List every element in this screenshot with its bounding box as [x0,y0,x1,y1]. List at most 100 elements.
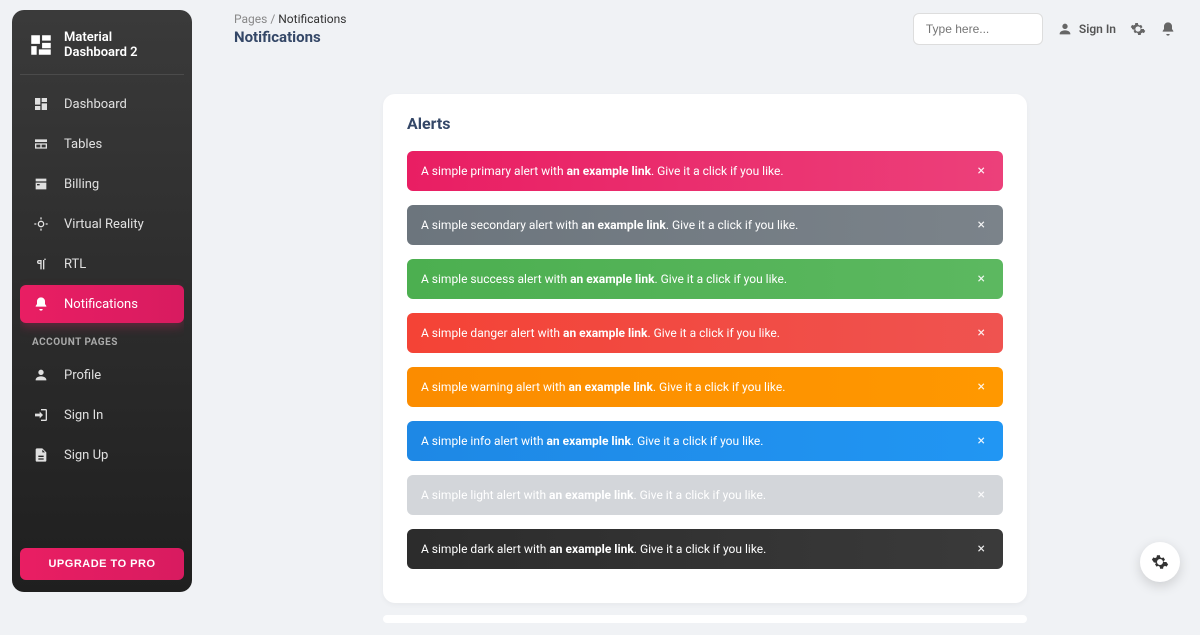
alert-text: A simple warning alert with an example l… [421,380,974,394]
sidebar-item-tables[interactable]: Tables [20,125,184,163]
sidebar-item-billing[interactable]: Billing [20,165,184,203]
dashboard-icon [32,95,50,113]
close-icon[interactable]: × [974,433,989,449]
alert-link[interactable]: an example link [581,218,665,232]
signup-icon [32,446,50,464]
close-icon[interactable]: × [974,487,989,503]
sidebar-item-label: Profile [64,368,101,383]
close-icon[interactable]: × [974,541,989,557]
sidebar-item-signin[interactable]: Sign In [20,396,184,434]
sidebar-item-rtl[interactable]: RTL [20,245,184,283]
alert-pre: A simple dark alert with [421,542,549,556]
alert-text: A simple dark alert with an example link… [421,542,974,556]
alerts-card: Alerts A simple primary alert with an ex… [383,94,1027,603]
sidebar-item-label: Dashboard [64,97,127,112]
signin-label: Sign In [1079,22,1116,36]
card-title: Alerts [407,114,1003,133]
alert-danger: A simple danger alert with an example li… [407,313,1003,353]
alert-link[interactable]: an example link [568,380,652,394]
brand[interactable]: Material Dashboard 2 [20,22,184,75]
alert-secondary: A simple secondary alert with an example… [407,205,1003,245]
sidebar-item-label: Virtual Reality [64,217,144,232]
tables-icon [32,135,50,153]
topbar-right: Sign In [913,13,1176,45]
sidebar-item-label: RTL [64,257,86,272]
nav: Dashboard Tables Billing Virtual Reality… [20,83,184,548]
alert-dark: A simple dark alert with an example link… [407,529,1003,569]
user-icon [32,366,50,384]
sidebar-item-notifications[interactable]: Notifications [20,285,184,323]
alert-link[interactable]: an example link [549,488,633,502]
alert-post: . Give it a click if you like. [653,380,786,394]
alert-pre: A simple light alert with [421,488,549,502]
settings-fab[interactable] [1140,542,1180,582]
alert-post: . Give it a click if you like. [633,488,766,502]
alert-text: A simple success alert with an example l… [421,272,974,286]
sidebar-item-dashboard[interactable]: Dashboard [20,85,184,123]
alert-post: . Give it a click if you like. [631,434,764,448]
breadcrumb-current: Notifications [278,12,346,26]
nav-section-label: ACCOUNT PAGES [20,325,184,354]
alert-post: . Give it a click if you like. [647,326,780,340]
alert-success: A simple success alert with an example l… [407,259,1003,299]
sidebar-item-label: Billing [64,177,99,192]
search-input[interactable] [913,13,1043,45]
billing-icon [32,175,50,193]
alert-post: . Give it a click if you like. [666,218,799,232]
alert-link[interactable]: an example link [549,542,633,556]
page-title: Notifications [234,28,346,46]
alert-pre: A simple info alert with [421,434,547,448]
sidebar-item-vr[interactable]: Virtual Reality [20,205,184,243]
close-icon[interactable]: × [974,271,989,287]
login-icon [32,406,50,424]
alert-link[interactable]: an example link [567,164,651,178]
alert-link[interactable]: an example link [563,326,647,340]
main: Pages / Notifications Notifications Sign… [210,0,1200,635]
user-icon [1057,21,1073,37]
rtl-icon [32,255,50,273]
alerts-list: A simple primary alert with an example l… [407,151,1003,569]
close-icon[interactable]: × [974,163,989,179]
bell-icon[interactable] [1160,21,1176,37]
alert-pre: A simple success alert with [421,272,570,286]
brand-title: Material Dashboard 2 [64,30,176,60]
signin-link[interactable]: Sign In [1057,21,1116,37]
alert-text: A simple danger alert with an example li… [421,326,974,340]
alert-warning: A simple warning alert with an example l… [407,367,1003,407]
sidebar-item-label: Sign Up [64,448,108,463]
topbar-left: Pages / Notifications Notifications [234,12,346,46]
close-icon[interactable]: × [974,325,989,341]
alert-link[interactable]: an example link [547,434,631,448]
sidebar-item-label: Sign In [64,408,103,423]
alert-pre: A simple secondary alert with [421,218,581,232]
close-icon[interactable]: × [974,217,989,233]
breadcrumb-root[interactable]: Pages [234,12,267,26]
brand-icon [28,32,54,58]
alert-text: A simple light alert with an example lin… [421,488,974,502]
bell-icon [32,295,50,313]
sidebar-item-label: Notifications [64,297,138,312]
upgrade-button[interactable]: UPGRADE TO PRO [20,548,184,580]
sidebar-item-profile[interactable]: Profile [20,356,184,394]
alert-pre: A simple primary alert with [421,164,567,178]
gear-icon [1151,553,1169,571]
alert-post: . Give it a click if you like. [651,164,784,178]
next-card-peek [383,615,1027,623]
sidebar-item-label: Tables [64,137,102,152]
breadcrumb-sep: / [270,12,275,26]
alert-text: A simple secondary alert with an example… [421,218,974,232]
alert-link[interactable]: an example link [570,272,654,286]
topbar: Pages / Notifications Notifications Sign… [234,12,1176,46]
gear-icon[interactable] [1130,21,1146,37]
alert-post: . Give it a click if you like. [654,272,787,286]
close-icon[interactable]: × [974,379,989,395]
sidebar: Material Dashboard 2 Dashboard Tables Bi… [12,10,192,592]
alert-primary: A simple primary alert with an example l… [407,151,1003,191]
alert-text: A simple primary alert with an example l… [421,164,974,178]
alert-pre: A simple danger alert with [421,326,563,340]
alert-pre: A simple warning alert with [421,380,568,394]
alert-info: A simple info alert with an example link… [407,421,1003,461]
alert-light: A simple light alert with an example lin… [407,475,1003,515]
alert-text: A simple info alert with an example link… [421,434,974,448]
sidebar-item-signup[interactable]: Sign Up [20,436,184,474]
